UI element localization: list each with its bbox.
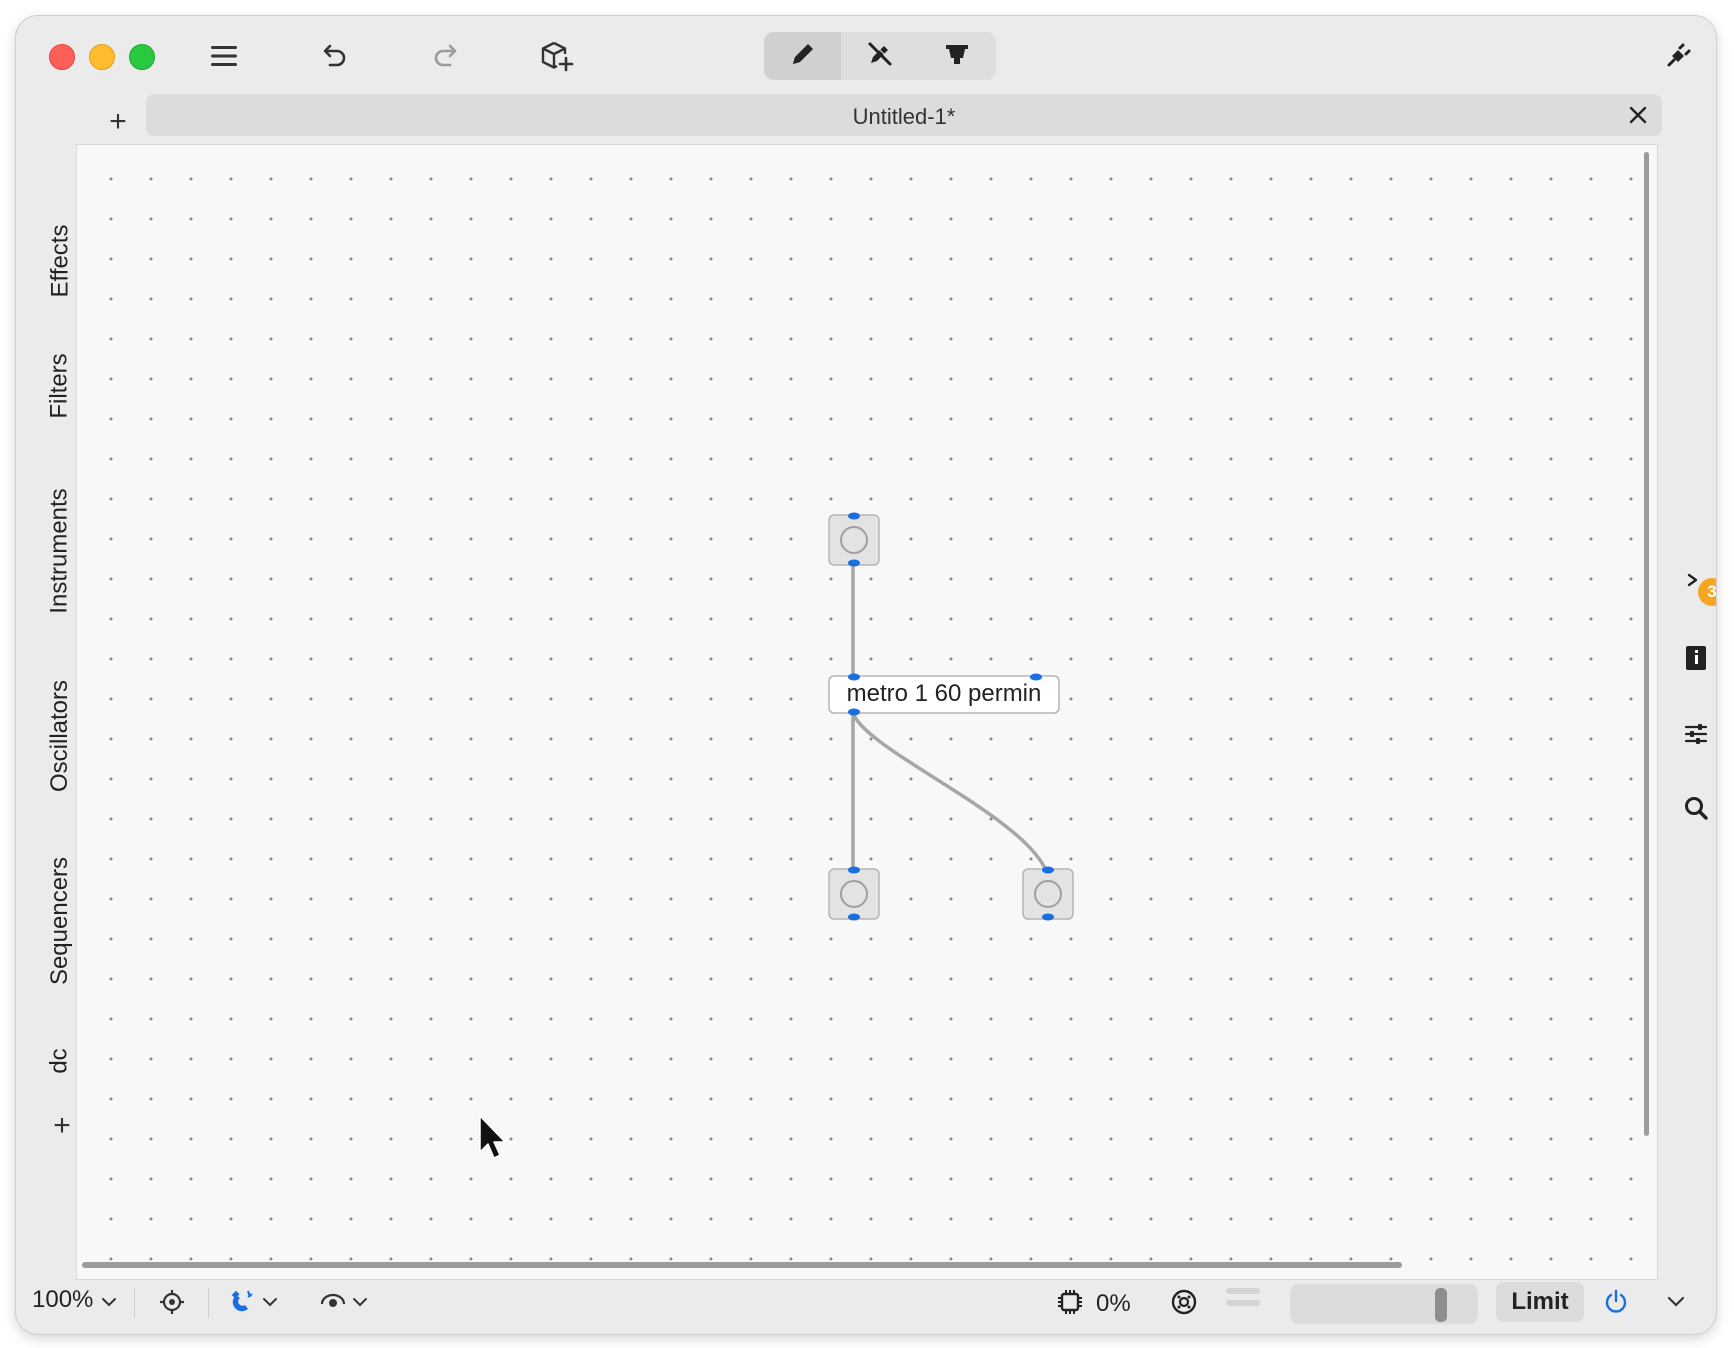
level-meter xyxy=(1226,1288,1260,1316)
divider xyxy=(208,1288,209,1318)
audio-button[interactable] xyxy=(1166,1284,1202,1320)
cpu-usage: 0% xyxy=(1096,1290,1131,1317)
grid-snap-selector[interactable] xyxy=(228,1284,280,1320)
zoom-selector[interactable]: 100% xyxy=(32,1286,117,1314)
vertical-scrollbar[interactable] xyxy=(1644,152,1649,1136)
limit-button[interactable]: Limit xyxy=(1496,1282,1584,1322)
volume-slider-knob[interactable] xyxy=(1435,1288,1448,1322)
volume-slider[interactable] xyxy=(1290,1284,1478,1324)
cpu-icon xyxy=(1052,1284,1088,1320)
chevron-down-icon xyxy=(352,1297,368,1307)
search-icon xyxy=(1683,795,1709,826)
divider xyxy=(134,1288,135,1318)
status-bar: 100% 0% Limit xyxy=(16,1270,1716,1334)
chevron-down-icon xyxy=(262,1297,278,1307)
bang-object[interactable] xyxy=(828,512,880,567)
horizontal-scrollbar[interactable] xyxy=(82,1262,1402,1268)
app-window: + Untitled-1* Effects Filters Instrument… xyxy=(16,16,1716,1334)
patch-graph: metro 1 60 permin xyxy=(479,512,1074,1159)
crosshair-icon[interactable] xyxy=(154,1284,190,1320)
metro-object[interactable]: metro 1 60 permin xyxy=(828,673,1060,716)
chevron-down-icon xyxy=(101,1286,117,1314)
metro-object-label: metro 1 60 permin xyxy=(847,680,1042,707)
info-button[interactable] xyxy=(1674,638,1716,682)
bang-object[interactable] xyxy=(828,866,880,921)
power-icon[interactable] xyxy=(1598,1284,1634,1320)
bang-object[interactable] xyxy=(1022,866,1074,921)
search-button[interactable] xyxy=(1674,788,1716,832)
speaker-icon xyxy=(1170,1288,1198,1316)
pan-mode-selector[interactable] xyxy=(316,1284,372,1320)
chevron-down-icon[interactable] xyxy=(1658,1284,1694,1320)
zoom-value: 100% xyxy=(32,1286,94,1313)
info-icon xyxy=(1685,645,1707,676)
connection-cable[interactable] xyxy=(851,712,1049,874)
mouse-cursor-icon xyxy=(479,1115,506,1159)
magnet-icon xyxy=(230,1289,256,1315)
sliders-icon xyxy=(1684,723,1708,750)
inspector-button[interactable] xyxy=(1674,714,1716,758)
eye-icon xyxy=(320,1292,346,1312)
